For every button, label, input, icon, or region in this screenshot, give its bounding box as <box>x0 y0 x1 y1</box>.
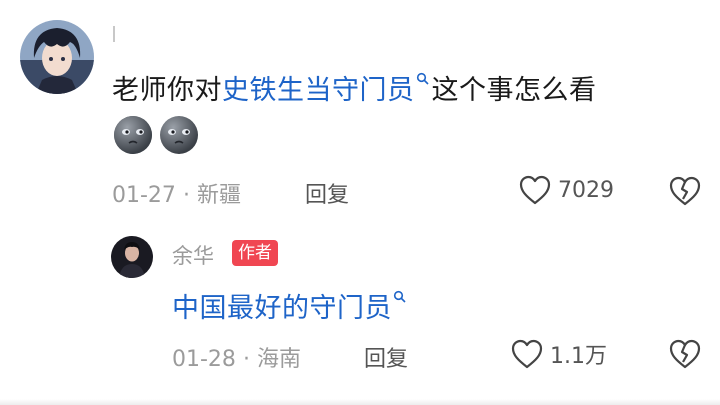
comment-separator: · <box>182 183 190 208</box>
author-avatar-icon <box>111 236 153 278</box>
commenter-avatar[interactable] <box>20 20 94 94</box>
comment-search-link[interactable]: 史铁生当守门员 <box>222 75 415 106</box>
reply-like-button[interactable]: 1.1万 <box>510 338 607 370</box>
heart-outline-icon <box>519 175 551 205</box>
anime-character-avatar-icon <box>20 20 94 94</box>
search-icon[interactable] <box>416 72 430 86</box>
comment-reply-button[interactable]: 回复 <box>305 177 349 209</box>
comment-text-after: 这个事怎么看 <box>431 75 597 106</box>
comment-text-before: 老师你对 <box>112 75 222 106</box>
reply-date: 01-28 <box>172 347 236 372</box>
moon-face-emoji-icon <box>114 116 152 154</box>
reply-search-link[interactable]: 中国最好的守门员 <box>172 293 392 324</box>
search-icon[interactable] <box>393 290 407 304</box>
comment-location: 新疆 <box>196 183 241 208</box>
bottom-divider <box>0 399 720 405</box>
comment-meta: 01-27 · 新疆 <box>112 177 241 209</box>
reply-separator: · <box>242 347 250 372</box>
reply-meta: 01-28 · 海南 <box>172 341 301 373</box>
author-badge: 作者 <box>232 240 278 266</box>
reply-text: 中国最好的守门员 <box>172 286 409 325</box>
comment-like-count: 7029 <box>558 177 614 203</box>
moon-face-emoji-icon <box>160 116 198 154</box>
reply-author-name[interactable]: 余华 <box>172 240 214 270</box>
reply-like-count: 1.1万 <box>550 344 607 369</box>
reply-location: 海南 <box>256 347 301 372</box>
reply-author-avatar[interactable] <box>111 236 153 278</box>
comment-like-button[interactable]: 7029 <box>518 174 614 206</box>
comment-date: 01-27 <box>112 183 176 208</box>
comment-text: 老师你对史铁生当守门员 这个事怎么看 <box>112 68 597 107</box>
commenter-username[interactable] <box>113 26 115 42</box>
reply-reply-button[interactable]: 回复 <box>364 341 408 373</box>
broken-heart-icon[interactable] <box>668 338 702 370</box>
emoji-row <box>112 114 200 156</box>
broken-heart-icon[interactable] <box>668 175 702 207</box>
heart-outline-icon <box>511 339 543 369</box>
